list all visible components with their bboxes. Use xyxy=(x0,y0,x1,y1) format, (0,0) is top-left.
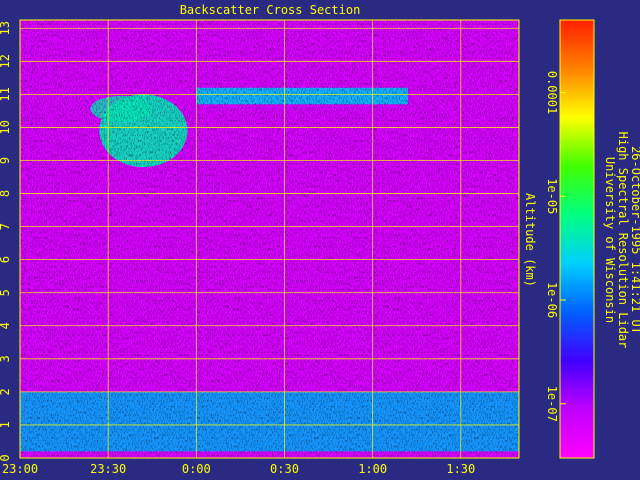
y-tick-label: 13 xyxy=(0,21,12,35)
x-tick-label: 1:00 xyxy=(358,462,387,476)
x-tick-label: 0:30 xyxy=(270,462,299,476)
speckle-noise xyxy=(20,20,519,458)
timestamp-label: 26-October-1995 1:41:21 UT xyxy=(629,146,640,334)
colorbar: 0.0001 1e-05 1e-06 1e-07 xyxy=(545,19,595,459)
institution-label: University of Wisconsin xyxy=(603,157,617,323)
x-tick-label: 23:30 xyxy=(90,462,126,476)
lidar-figure: Backscatter Cross Section 01234567891011… xyxy=(0,3,640,476)
x-tick-label: 1:30 xyxy=(446,462,475,476)
x-tick-label: 23:00 xyxy=(2,462,38,476)
y-tick-label: 9 xyxy=(0,157,12,164)
y-axis-label: Altitude (km) xyxy=(523,193,537,287)
chart-title: Backscatter Cross Section xyxy=(180,3,361,17)
y-tick-label: 12 xyxy=(0,54,12,68)
y-axis-ticks: 012345678910111213 xyxy=(0,21,12,462)
y-tick-label: 11 xyxy=(0,87,12,101)
y-tick-label: 10 xyxy=(0,120,12,134)
x-axis-ticks: 23:00 23:30 0:00 0:30 1:00 1:30 xyxy=(2,462,475,476)
plot-area xyxy=(20,20,519,458)
colorbar-tick-label: 1e-07 xyxy=(545,386,559,422)
y-tick-label: 5 xyxy=(0,289,12,296)
colorbar-tick-label: 0.0001 xyxy=(545,71,559,114)
colorbar-tick-label: 1e-06 xyxy=(545,282,559,318)
y-tick-label: 8 xyxy=(0,190,12,197)
y-tick-label: 7 xyxy=(0,223,12,230)
y-tick-label: 3 xyxy=(0,355,12,362)
y-tick-label: 1 xyxy=(0,421,12,428)
y-tick-label: 0 xyxy=(0,454,12,461)
y-tick-label: 4 xyxy=(0,322,12,329)
colorbar-tick-label: 1e-05 xyxy=(545,178,559,214)
instrument-label: High Spectral Resolution Lidar xyxy=(616,132,630,349)
x-tick-label: 0:00 xyxy=(182,462,211,476)
y-tick-label: 2 xyxy=(0,388,12,395)
colorbar-gradient xyxy=(560,20,594,458)
y-tick-label: 6 xyxy=(0,256,12,263)
